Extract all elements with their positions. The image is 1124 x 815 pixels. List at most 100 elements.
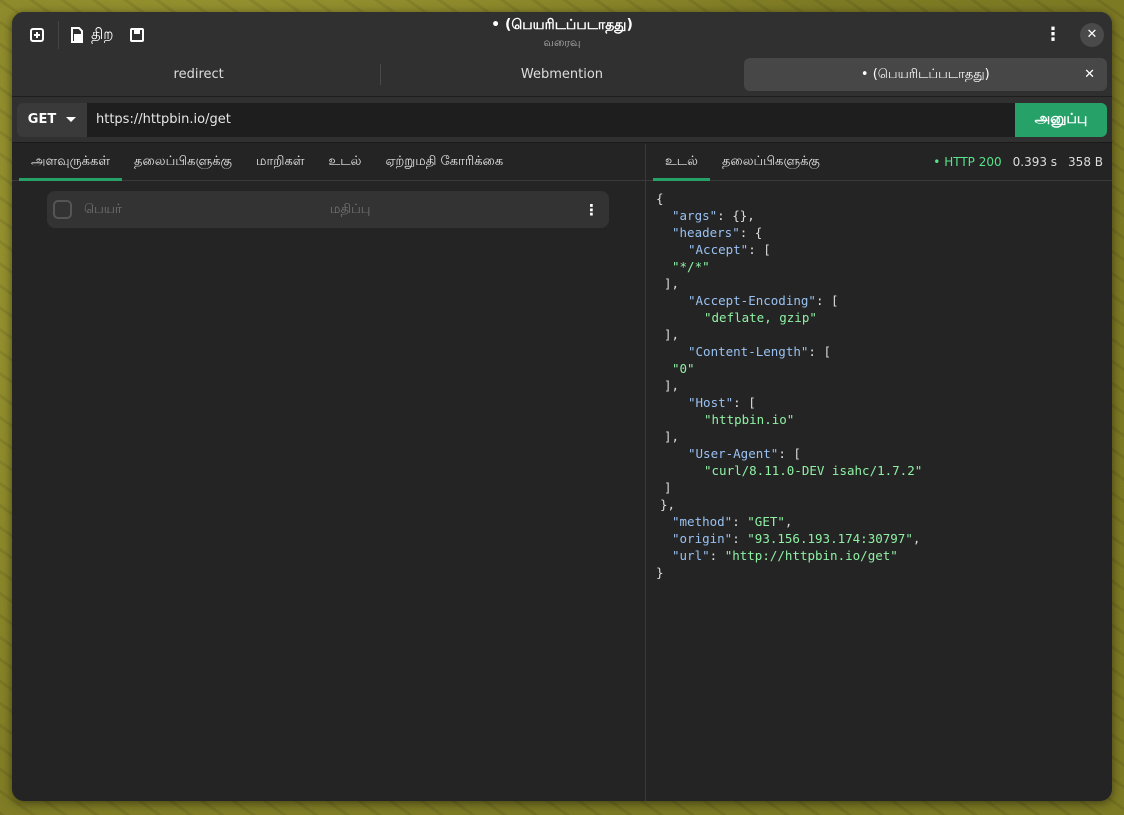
json-string: "http://httpbin.io/get": [724, 548, 898, 563]
title-text: • (பெயரிடப்படாதது): [491, 17, 633, 33]
chevron-down-icon: [66, 117, 77, 122]
json-line: "origin": "93.156.193.174:30797",: [656, 530, 1102, 547]
json-punct: : [: [815, 293, 839, 308]
tab-body[interactable]: உடல்: [317, 144, 374, 180]
json-punct: ,: [912, 531, 921, 546]
json-line: "0": [656, 360, 1102, 377]
json-punct: : [: [733, 395, 756, 410]
tab-response-headers[interactable]: தலைப்பிகளுக்கு: [710, 144, 832, 180]
response-size: 358 B: [1068, 155, 1103, 169]
tab-label: Webmention: [520, 67, 604, 82]
json-key: "origin": [672, 531, 733, 546]
json-line: "Accept": [: [656, 241, 1102, 258]
json-line: "Host": [: [656, 394, 1102, 411]
json-punct: : [: [808, 344, 831, 359]
json-key: "headers": [672, 225, 740, 240]
json-line: }: [656, 564, 1102, 581]
json-line: "url": "http://httpbin.io/get": [656, 547, 1102, 564]
save-icon: [129, 27, 144, 42]
json-string: "*/*": [672, 259, 710, 274]
separator: [58, 20, 59, 49]
json-string: "0": [672, 361, 695, 376]
json-key: "method": [672, 514, 733, 529]
tab-headers[interactable]: தலைப்பிகளுக்கு: [122, 144, 244, 180]
kebab-menu-icon[interactable]: ⋮: [584, 201, 599, 219]
json-key: "args": [672, 208, 718, 223]
json-punct: ],: [664, 429, 680, 444]
window-title: • (பெயரிடப்படாதது) வரைவு: [12, 17, 1112, 51]
tab-close-icon[interactable]: ✕: [1084, 67, 1095, 82]
kebab-menu-icon: ⋮: [1044, 23, 1062, 45]
tab-redirect[interactable]: redirect: [17, 58, 380, 91]
json-line: "*/*": [656, 258, 1102, 275]
json-line: "deflate, gzip": [656, 309, 1102, 326]
response-pane: உடல் தலைப்பிகளுக்கு • HTTP 200 0.393 s 3…: [646, 144, 1112, 801]
new-tab-icon: [30, 27, 44, 42]
param-name-input[interactable]: [84, 202, 330, 217]
tab-bar: redirect Webmention • (பெயரிடப்படாதது) ✕: [12, 57, 1112, 97]
param-value-input[interactable]: [330, 202, 584, 217]
json-punct: ],: [664, 378, 680, 393]
open-file-icon: [71, 26, 83, 43]
method-dropdown[interactable]: GET: [17, 102, 87, 137]
json-key: "Content-Length": [688, 344, 809, 359]
close-icon: ✕: [1086, 27, 1098, 42]
response-time: 0.393 s: [1012, 155, 1058, 169]
new-request-button[interactable]: [20, 18, 54, 52]
json-line: "httpbin.io": [656, 411, 1102, 428]
json-punct: :: [732, 531, 748, 546]
main-menu-button[interactable]: ⋮: [1036, 18, 1070, 52]
window-close-button[interactable]: ✕: [1080, 22, 1104, 47]
tab-label: • (பெயரிடப்படாதது): [860, 66, 990, 82]
tab-label: redirect: [173, 67, 224, 82]
json-line: ],: [656, 377, 1102, 394]
json-punct: ]: [664, 480, 672, 495]
tab-variables[interactable]: மாறிகள்: [244, 144, 316, 180]
json-punct: ],: [664, 276, 680, 291]
json-punct: : {},: [717, 208, 755, 223]
json-line: ]: [656, 479, 1102, 496]
headerbar: திற • (பெயரிடப்படாதது) வரைவு ⋮ ✕: [12, 12, 1112, 57]
json-key: "User-Agent": [688, 446, 779, 461]
status-badge: • HTTP 200: [933, 155, 1002, 169]
tab-untitled[interactable]: • (பெயரிடப்படாதது) ✕: [743, 58, 1107, 91]
response-tabs: உடல் தலைப்பிகளுக்கு • HTTP 200 0.393 s 3…: [646, 144, 1112, 181]
save-button[interactable]: [120, 18, 154, 52]
response-body: {"args": {}, "headers": {"Accept": ["*/*"…: [656, 190, 1102, 581]
tab-webmention[interactable]: Webmention: [380, 58, 743, 91]
json-punct: }: [656, 565, 664, 580]
json-line: "Content-Length": [: [656, 343, 1102, 360]
send-button[interactable]: அனுப்பு: [1015, 102, 1107, 137]
json-punct: ],: [664, 327, 680, 342]
param-row: ⋮: [47, 191, 609, 228]
json-key: "Accept-Encoding": [688, 293, 816, 308]
json-punct: : [: [748, 242, 771, 257]
json-line: ],: [656, 326, 1102, 343]
url-input[interactable]: [87, 102, 1015, 137]
json-string: "93.156.193.174:30797": [747, 531, 913, 546]
param-enabled-checkbox[interactable]: [53, 200, 72, 219]
json-key: "Accept": [688, 242, 749, 257]
tab-response-body[interactable]: உடல்: [653, 144, 710, 181]
response-meta: • HTTP 200 0.393 s 358 B: [933, 144, 1112, 180]
json-line: "method": "GET",: [656, 513, 1102, 530]
json-punct: : {: [739, 225, 763, 240]
open-button[interactable]: திற: [63, 18, 120, 52]
tab-params[interactable]: அளவுருக்கள்: [19, 144, 123, 181]
json-string: "curl/8.11.0-DEV isahc/1.7.2": [704, 463, 923, 478]
json-string: "GET": [747, 514, 785, 529]
request-pane: அளவுருக்கள் தலைப்பிகளுக்கு மாறிகள் உடல் …: [12, 144, 646, 801]
request-tabs: அளவுருக்கள் தலைப்பிகளுக்கு மாறிகள் உடல் …: [12, 144, 645, 181]
json-line: "curl/8.11.0-DEV isahc/1.7.2": [656, 462, 1102, 479]
json-punct: },: [660, 497, 676, 512]
json-line: },: [656, 496, 1102, 513]
json-line: ],: [656, 275, 1102, 292]
json-punct: {: [656, 191, 664, 206]
subtitle-text: வரைவு: [543, 36, 581, 49]
json-line: {: [656, 190, 1102, 207]
tab-export-request[interactable]: ஏற்றுமதி கோரிக்கை: [373, 144, 515, 180]
json-line: "User-Agent": [: [656, 445, 1102, 462]
json-line: ],: [656, 428, 1102, 445]
json-punct: :: [732, 514, 748, 529]
json-punct: ,: [784, 514, 793, 529]
